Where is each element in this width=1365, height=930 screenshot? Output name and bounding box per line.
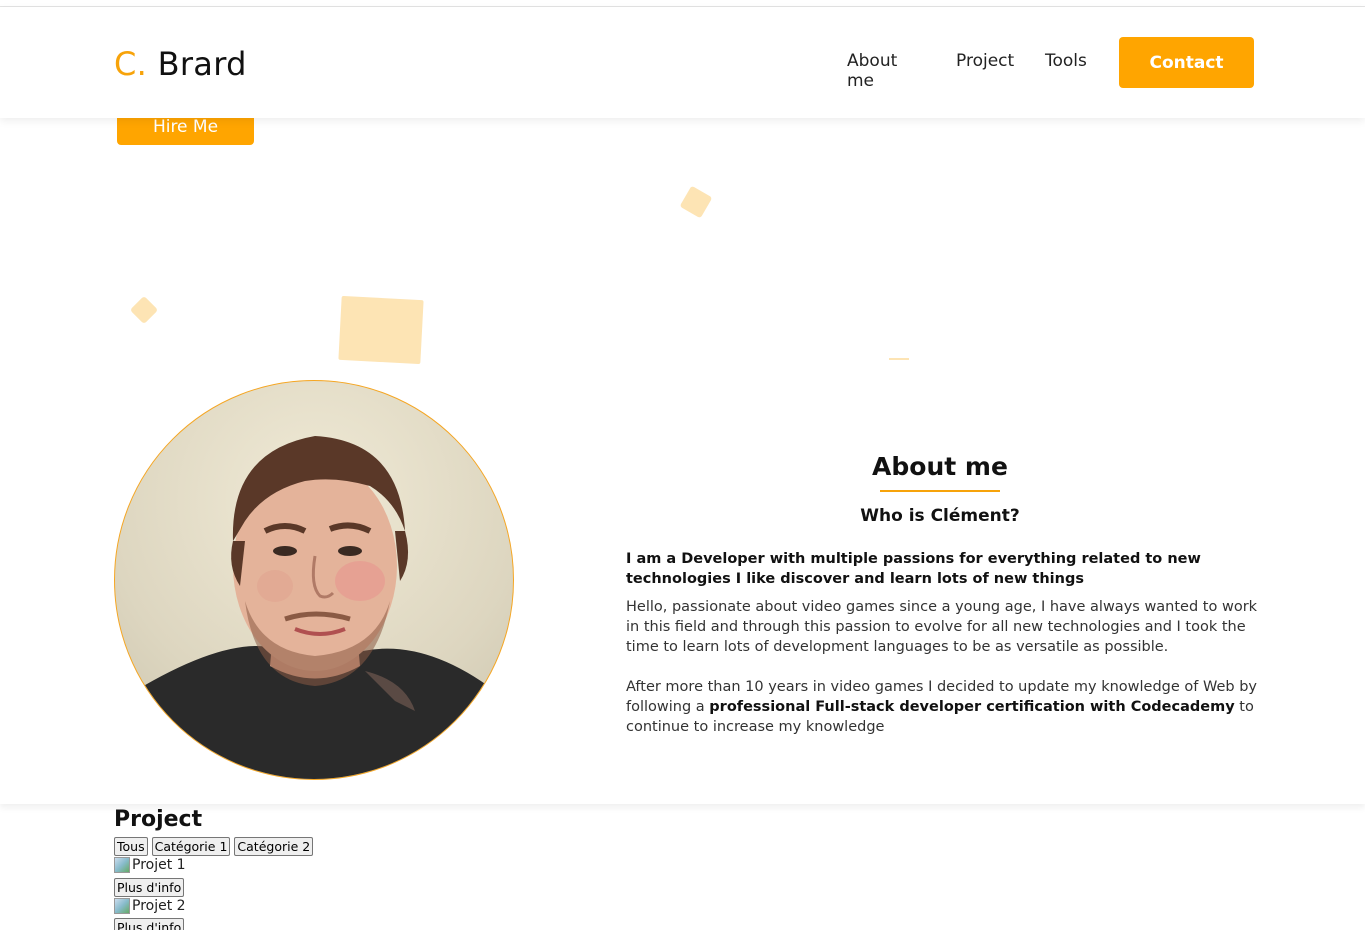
project-image-alt: Projet 1 — [132, 857, 186, 873]
project-item[interactable]: Projet 1 — [114, 857, 186, 873]
site-header: C. Brard About me Project Tools Contact — [0, 7, 1365, 118]
logo[interactable]: C. Brard — [114, 45, 247, 83]
portrait-illustration — [115, 436, 513, 779]
contact-button[interactable]: Contact — [1119, 37, 1254, 88]
more-info-button[interactable]: Plus d'info — [114, 878, 185, 897]
broken-image-icon — [114, 898, 130, 914]
profile-photo — [114, 380, 514, 780]
logo-name: Brard — [147, 45, 247, 83]
about-title: About me — [872, 452, 1008, 481]
project-image-alt: Projet 2 — [132, 898, 186, 914]
nav-tools[interactable]: Tools — [1045, 51, 1087, 71]
filter-category-2-button[interactable]: Catégorie 2 — [234, 837, 314, 856]
page: Hire Me C. Brard About me Project Tools … — [0, 0, 1365, 930]
nav-about[interactable]: About me — [847, 51, 897, 91]
more-info-button[interactable]: Plus d'info — [114, 918, 185, 930]
project-filters: Tous Catégorie 1 Catégorie 2 — [114, 837, 314, 856]
about-paragraph-1: Hello, passionate about video games sinc… — [626, 599, 1258, 655]
project-item[interactable]: Projet 2 — [114, 898, 186, 914]
filter-all-button[interactable]: Tous — [114, 837, 148, 856]
about-p2-certification: professional Full-stack developer certif… — [709, 699, 1235, 715]
broken-image-icon — [114, 857, 130, 873]
logo-initial: C. — [114, 45, 148, 83]
about-paragraph-2: After more than 10 years in video games … — [626, 677, 1258, 737]
about-subtitle: Who is Clément? — [860, 506, 1020, 526]
project-title: Project — [114, 807, 203, 832]
about-lead: I am a Developer with multiple passions … — [626, 551, 1201, 587]
filter-category-1-button[interactable]: Catégorie 1 — [151, 837, 231, 856]
title-underline — [880, 490, 1000, 492]
nav-project[interactable]: Project — [956, 51, 1014, 71]
